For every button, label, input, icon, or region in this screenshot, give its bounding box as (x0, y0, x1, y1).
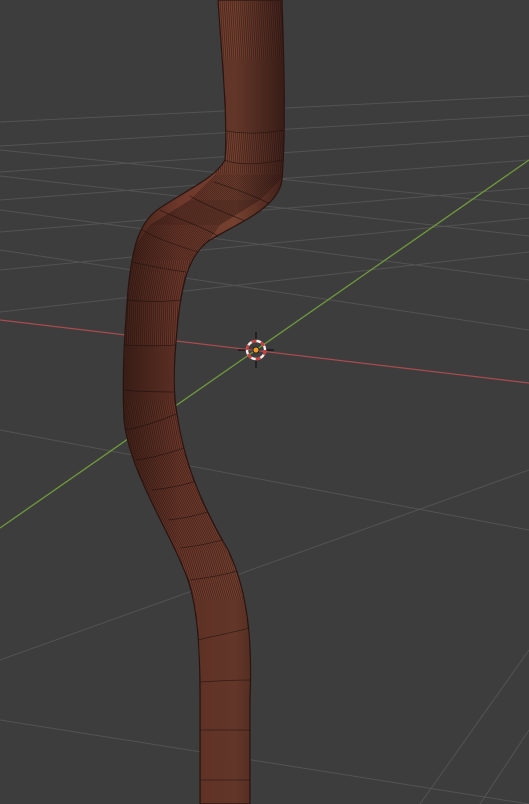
object-origin-dot (252, 346, 260, 354)
viewport-canvas[interactable] (0, 0, 529, 804)
3d-cursor[interactable] (238, 332, 274, 368)
mesh-object[interactable] (116, 0, 288, 804)
y-axis-line (0, 159, 529, 529)
3d-viewport[interactable] (0, 0, 529, 804)
